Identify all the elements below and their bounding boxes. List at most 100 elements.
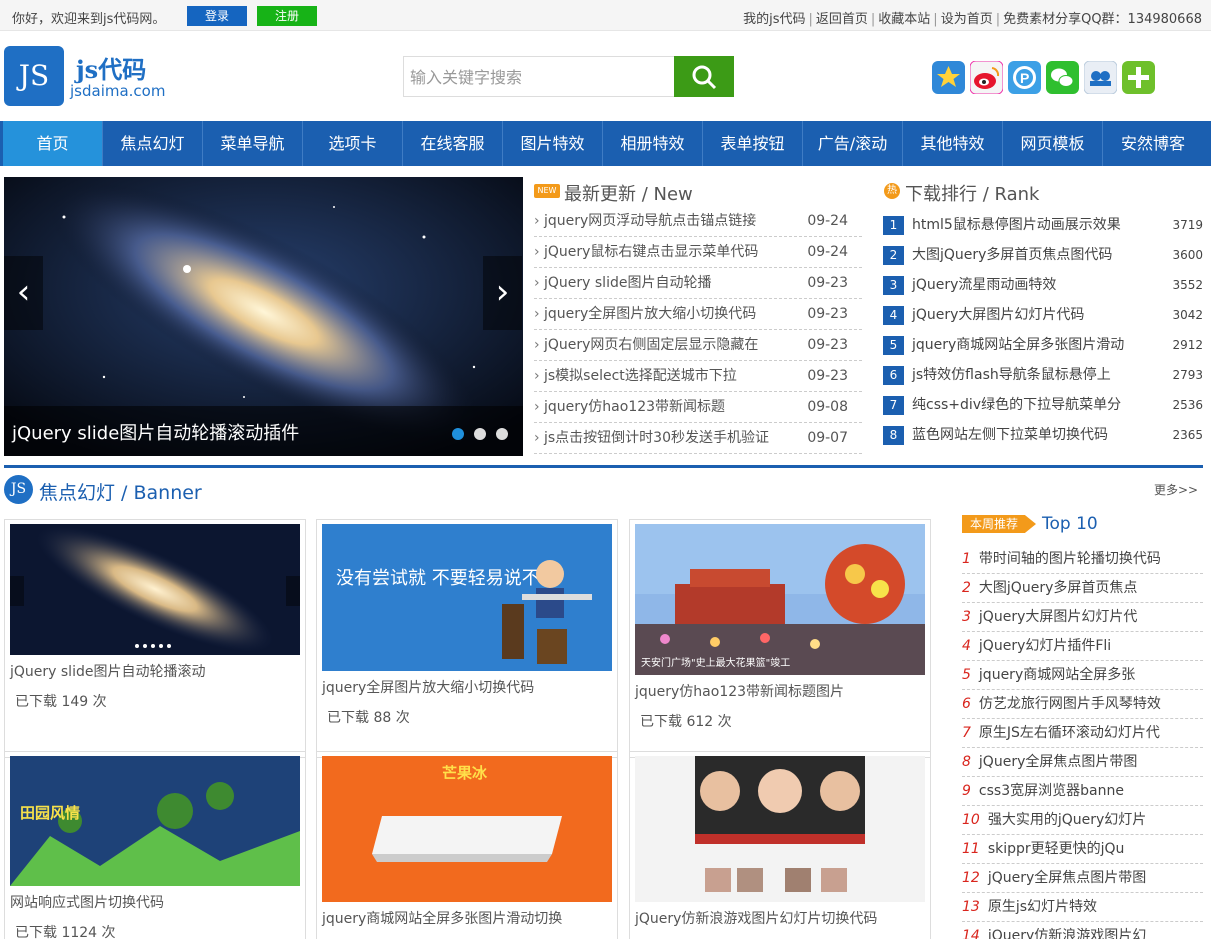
search-button[interactable]: [674, 56, 734, 97]
top10-item[interactable]: 6 仿艺龙旅行网图片手风琴特效: [962, 690, 1203, 719]
nav-focus-slide[interactable]: 焦点幻灯: [103, 121, 203, 166]
rank-item-title[interactable]: 纯css+div绿色的下拉导航菜单分: [912, 390, 1121, 420]
nav-other[interactable]: 其他特效: [903, 121, 1003, 166]
login-button[interactable]: 登录: [187, 6, 247, 26]
top10-item[interactable]: 2 大图jQuery多屏首页焦点: [962, 574, 1203, 603]
slider-dot-1[interactable]: [452, 428, 464, 440]
hero-slider[interactable]: ‹ › jQuery slide图片自动轮播滚动插件: [4, 177, 523, 456]
link-favorite[interactable]: 收藏本站: [878, 12, 930, 27]
top10-item[interactable]: 11 skippr更轻更快的jQu: [962, 835, 1203, 864]
rank-item[interactable]: 5 jquery商城网站全屏多张图片滑动 2912: [883, 330, 1203, 360]
link-my-js[interactable]: 我的js代码: [743, 12, 805, 27]
pengyou-icon[interactable]: P: [1008, 61, 1041, 94]
card-title[interactable]: jQuery slide图片自动轮播滚动: [10, 661, 205, 681]
product-card[interactable]: 没有尝试就 不要轻易说不行 jquery全屏图片放大缩小切换代码 已下载 88 …: [316, 519, 618, 758]
news-item-title[interactable]: jquery仿hao123带新闻标题: [534, 392, 725, 422]
top10-item-title[interactable]: 大图jQuery多屏首页焦点: [979, 580, 1137, 596]
top10-item[interactable]: 5 jquery商城网站全屏多张: [962, 661, 1203, 690]
news-item[interactable]: js模拟select选择配送城市下拉 09-23: [534, 361, 862, 392]
rank-item[interactable]: 2 大图jQuery多屏首页焦点图代码 3600: [883, 240, 1203, 270]
link-set-home[interactable]: 设为首页: [941, 12, 993, 27]
rank-item[interactable]: 1 html5鼠标悬停图片动画展示效果 3719: [883, 210, 1203, 240]
nav-templates[interactable]: 网页模板: [1003, 121, 1103, 166]
top10-item[interactable]: 9 css3宽屏浏览器banne: [962, 777, 1203, 806]
nav-service[interactable]: 在线客服: [403, 121, 503, 166]
news-item-title[interactable]: js点击按钮倒计时30秒发送手机验证: [534, 423, 769, 453]
rank-item-title[interactable]: jQuery大屏图片幻灯片代码: [912, 300, 1084, 330]
search-input[interactable]: 输入关键字搜索: [403, 56, 675, 97]
news-item-title[interactable]: jquery网页浮动导航点击锚点链接: [534, 206, 756, 236]
top10-item[interactable]: 12 jQuery全屏焦点图片带图: [962, 864, 1203, 893]
top10-item-title[interactable]: css3宽屏浏览器banne: [979, 783, 1124, 799]
rank-item[interactable]: 8 蓝色网站左侧下拉菜单切换代码 2365: [883, 420, 1203, 450]
top10-item-title[interactable]: 强大实用的jQuery幻灯片: [988, 812, 1146, 828]
renren-icon[interactable]: [1083, 60, 1118, 95]
top10-item[interactable]: 10 强大实用的jQuery幻灯片: [962, 806, 1203, 835]
rank-item[interactable]: 3 jQuery流星雨动画特效 3552: [883, 270, 1203, 300]
slider-dot-3[interactable]: [496, 428, 508, 440]
slider-dot-2[interactable]: [474, 428, 486, 440]
card-thumbnail[interactable]: 田园风情: [10, 756, 300, 886]
card-thumbnail[interactable]: [635, 756, 925, 902]
top10-item-title[interactable]: skippr更轻更快的jQu: [988, 841, 1125, 857]
product-card[interactable]: jQuery仿新浪游戏图片幻灯片切换代码: [629, 751, 931, 939]
nav-form-buttons[interactable]: 表单按钮: [703, 121, 803, 166]
top10-item-title[interactable]: jQuery大屏图片幻灯片代: [979, 609, 1137, 625]
link-qq-group[interactable]: 免费素材分享QQ群：134980668: [1003, 12, 1202, 27]
nav-ads-scroll[interactable]: 广告/滚动: [803, 121, 903, 166]
top10-item-title[interactable]: jQuery全屏焦点图片带图: [979, 754, 1137, 770]
news-item[interactable]: jquery仿hao123带新闻标题 09-08: [534, 392, 862, 423]
rank-item[interactable]: 6 js特效仿flash导航条鼠标悬停上 2793: [883, 360, 1203, 390]
nav-blog[interactable]: 安然博客: [1103, 121, 1203, 166]
top10-item[interactable]: 8 jQuery全屏焦点图片带图: [962, 748, 1203, 777]
link-home[interactable]: 返回首页: [816, 12, 868, 27]
more-share-icon[interactable]: [1122, 61, 1155, 94]
top10-item-title[interactable]: 带时间轴的图片轮播切换代码: [979, 551, 1161, 567]
news-item-title[interactable]: js模拟select选择配送城市下拉: [534, 361, 737, 391]
news-item[interactable]: jQuery鼠标右键点击显示菜单代码 09-24: [534, 237, 862, 268]
card-thumbnail[interactable]: [10, 524, 300, 655]
nav-home[interactable]: 首页: [3, 121, 103, 166]
slider-next-button[interactable]: ›: [483, 256, 522, 330]
rank-item-title[interactable]: jquery商城网站全屏多张图片滑动: [912, 330, 1124, 360]
top10-item[interactable]: 13 原生js幻灯片特效: [962, 893, 1203, 922]
qzone-icon[interactable]: [932, 61, 965, 94]
news-item[interactable]: jquery网页浮动导航点击锚点链接 09-24: [534, 206, 862, 237]
logo-title[interactable]: js代码: [76, 50, 146, 85]
card-title[interactable]: jQuery仿新浪游戏图片幻灯片切换代码: [635, 908, 877, 928]
top10-item[interactable]: 1 带时间轴的图片轮播切换代码: [962, 545, 1203, 574]
top10-item-title[interactable]: 仿艺龙旅行网图片手风琴特效: [979, 696, 1161, 712]
card-title[interactable]: jquery仿hao123带新闻标题图片: [635, 681, 844, 701]
card-thumbnail[interactable]: 芒果冰: [322, 756, 612, 902]
top10-item-title[interactable]: 原生js幻灯片特效: [988, 899, 1097, 915]
top10-item-title[interactable]: jquery商城网站全屏多张: [979, 667, 1135, 683]
product-card[interactable]: jQuery slide图片自动轮播滚动 已下载 149 次: [4, 519, 306, 758]
rank-item-title[interactable]: js特效仿flash导航条鼠标悬停上: [912, 360, 1111, 390]
card-title[interactable]: 网站响应式图片切换代码: [10, 892, 164, 912]
card-title[interactable]: jquery商城网站全屏多张图片滑动切换: [322, 908, 562, 928]
rank-item-title[interactable]: 蓝色网站左侧下拉菜单切换代码: [912, 420, 1108, 450]
news-item-title[interactable]: jQuery鼠标右键点击显示菜单代码: [534, 237, 758, 267]
news-item[interactable]: js点击按钮倒计时30秒发送手机验证 09-07: [534, 423, 862, 454]
nav-menu[interactable]: 菜单导航: [203, 121, 303, 166]
wechat-icon[interactable]: [1046, 61, 1079, 94]
slider-prev-button[interactable]: ‹: [4, 256, 43, 330]
more-link[interactable]: 更多>>: [1154, 481, 1198, 498]
weibo-icon[interactable]: [969, 60, 1004, 95]
rank-item-title[interactable]: jQuery流星雨动画特效: [912, 270, 1056, 300]
top10-item[interactable]: 14 jQuery仿新浪游戏图片幻: [962, 922, 1203, 939]
top10-item[interactable]: 7 原生JS左右循环滚动幻灯片代: [962, 719, 1203, 748]
news-item[interactable]: jQuery slide图片自动轮播 09-23: [534, 268, 862, 299]
news-item-title[interactable]: jquery全屏图片放大缩小切换代码: [534, 299, 756, 329]
logo-mark[interactable]: JS: [4, 46, 64, 106]
register-button[interactable]: 注册: [257, 6, 317, 26]
product-card[interactable]: 天安门广场"史上最大花果篮"竣工 jquery仿hao123带新闻标题图片 已下…: [629, 519, 931, 758]
nav-album[interactable]: 相册特效: [603, 121, 703, 166]
top10-item-title[interactable]: 原生JS左右循环滚动幻灯片代: [979, 725, 1160, 741]
news-item[interactable]: jQuery网页右侧固定层显示隐藏在 09-23: [534, 330, 862, 361]
card-thumbnail[interactable]: 没有尝试就 不要轻易说不行: [322, 524, 612, 671]
news-item-title[interactable]: jQuery网页右侧固定层显示隐藏在: [534, 330, 758, 360]
news-item[interactable]: jquery全屏图片放大缩小切换代码 09-23: [534, 299, 862, 330]
top10-item-title[interactable]: jQuery幻灯片插件Fli: [979, 638, 1111, 654]
rank-item[interactable]: 4 jQuery大屏图片幻灯片代码 3042: [883, 300, 1203, 330]
